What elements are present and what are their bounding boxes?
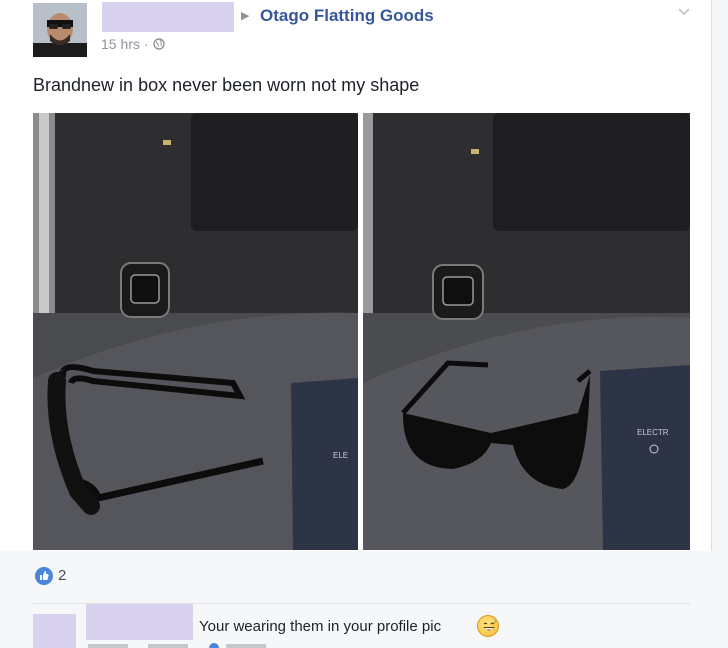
- page-margin: [712, 0, 728, 648]
- comment-text: Your wearing them in your profile pic: [199, 618, 442, 635]
- post-meta: 15 hrs ·: [101, 36, 165, 52]
- chevron-down-icon[interactable]: [675, 4, 693, 20]
- poster-name-redacted: [102, 2, 234, 32]
- truncated-comment-meta: [88, 643, 266, 648]
- grinning-sweat-emoji-icon: [477, 615, 499, 637]
- sunglasses-photo-1: ELE: [33, 113, 358, 550]
- page-name-link[interactable]: Otago Flatting Goods: [260, 6, 434, 26]
- globe-icon: [152, 38, 165, 50]
- post-text: Brandnew in box never been worn not my s…: [33, 75, 420, 95]
- reaction-count[interactable]: 2: [58, 567, 66, 584]
- poster-avatar[interactable]: [33, 3, 87, 57]
- meta-separator: ·: [143, 36, 149, 52]
- sunglasses-photo-2: ELECTR: [363, 113, 690, 550]
- commenter-name-redacted: [86, 604, 193, 640]
- svg-text:ELECTR: ELECTR: [637, 428, 669, 437]
- thumbs-up-icon: [40, 571, 49, 580]
- avatar-image: [33, 3, 87, 57]
- commenter-avatar-redacted: [33, 614, 76, 648]
- like-icon[interactable]: [35, 567, 53, 585]
- post-photo-1[interactable]: ELE: [33, 113, 358, 550]
- post-photo-2[interactable]: ELECTR: [363, 113, 690, 550]
- shared-to-arrow-icon: ▶: [241, 10, 250, 22]
- timestamp[interactable]: 15 hrs: [101, 36, 140, 52]
- svg-text:ELE: ELE: [333, 451, 348, 460]
